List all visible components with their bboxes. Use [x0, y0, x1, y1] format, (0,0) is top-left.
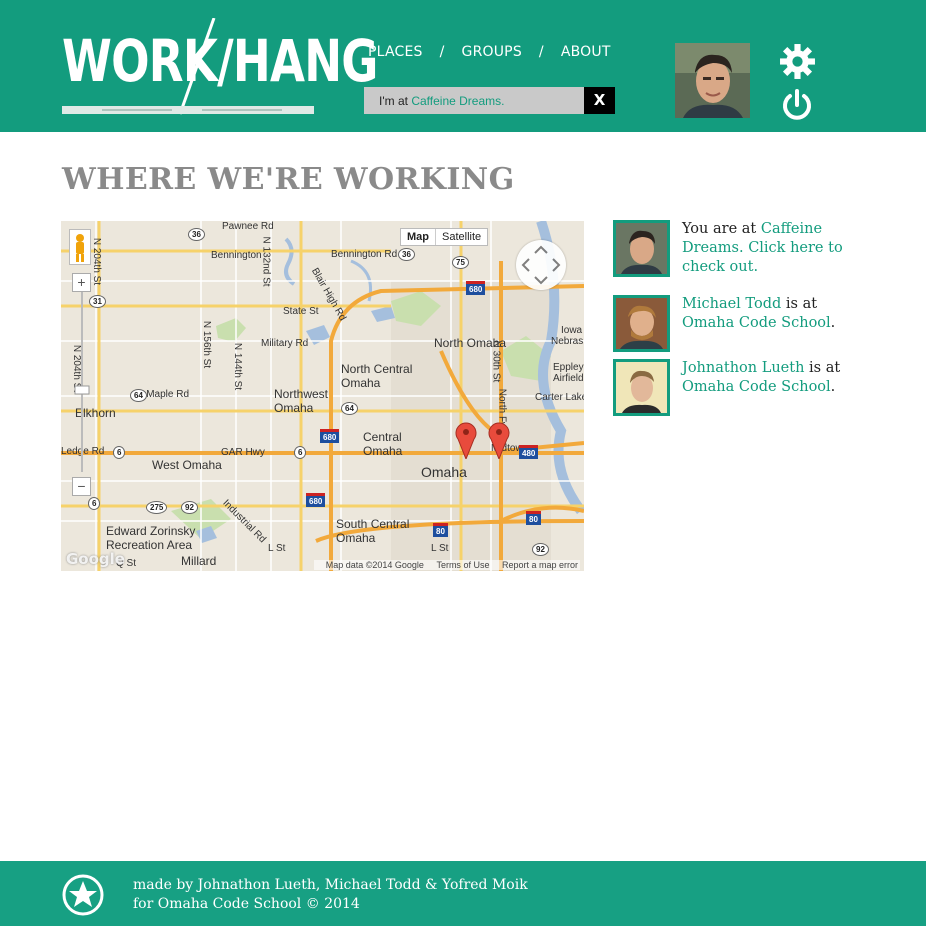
map-type-control: Map Satellite: [400, 228, 489, 246]
person-status: Johnathon Lueth is at Omaha Code School.: [682, 359, 872, 397]
header-bar: WORK/HANG PLACES / GROUPS / ABOUT I'm at Caf…: [0, 0, 926, 132]
map-type-map[interactable]: Map: [401, 229, 436, 245]
footer-line-1: made by Johnathon Lueth, Michael Todd & …: [133, 877, 528, 893]
map-label: Iowa: [561, 325, 583, 336]
footer-credits: made by Johnathon Lueth, Michael Todd & …: [133, 876, 528, 914]
map-label: N 144th St: [232, 342, 244, 391]
nav-groups[interactable]: GROUPS: [462, 44, 522, 60]
map-label: Millard: [181, 554, 217, 568]
place-link[interactable]: Omaha Code School: [682, 379, 831, 395]
map-label: Nebras: [551, 336, 584, 347]
highway-shield: 64: [341, 402, 358, 415]
map-attribution: Map data ©2014 Google Terms of Use Repor…: [313, 560, 580, 570]
street-view-pegman-icon[interactable]: [69, 229, 91, 265]
interstate-shield: 680: [306, 493, 326, 507]
pan-control-icon[interactable]: [516, 240, 566, 290]
avatar[interactable]: [613, 295, 670, 352]
checkin-text: I'm at Caffeine Dreams.: [364, 87, 584, 114]
footer-line-2: for Omaha Code School © 2014: [133, 896, 360, 912]
map-label: N 204th St: [91, 237, 103, 286]
user-avatar[interactable]: [675, 43, 750, 118]
star-badge-icon: [62, 874, 104, 916]
map-label: L St: [431, 543, 449, 554]
main-nav: PLACES / GROUPS / ABOUT: [368, 44, 611, 60]
terms-of-use-link[interactable]: Terms of Use: [436, 560, 489, 570]
nav-places[interactable]: PLACES: [368, 44, 423, 60]
map-label: North Central Omaha: [341, 362, 413, 390]
status-suffix: .: [830, 379, 836, 395]
map-label: Central Omaha: [363, 430, 403, 458]
highway-shield: 36: [398, 248, 415, 261]
map-label: L St: [268, 543, 286, 554]
highway-shield: 75: [452, 256, 469, 269]
map-label: Carter Lake: [535, 392, 584, 403]
map-view[interactable]: Bennington Pawnee Rd Bennington Rd State…: [61, 221, 584, 571]
avatar[interactable]: [613, 359, 670, 416]
footer: made by Johnathon Lueth, Michael Todd & …: [0, 861, 926, 926]
zoom-out-button[interactable]: −: [72, 477, 91, 496]
report-map-error-link[interactable]: Report a map error: [502, 560, 578, 570]
workhang-logo[interactable]: WORK/HANG: [62, 18, 378, 118]
checkin-place[interactable]: Caffeine Dreams.: [411, 94, 504, 108]
highway-shield: 92: [532, 543, 549, 556]
interstate-shield: 680: [320, 429, 340, 443]
settings-gear-icon[interactable]: [779, 43, 816, 80]
checkin-prefix: I'm at: [379, 94, 408, 108]
interstate-shield: 80: [433, 523, 448, 537]
nav-separator: /: [439, 44, 445, 60]
nav-separator: /: [538, 44, 544, 60]
zoom-slider[interactable]: [72, 292, 92, 472]
map-label: Edward Zorinsky Recreation Area: [106, 524, 196, 552]
status-middle: is at: [804, 360, 841, 376]
interstate-shield: 680: [466, 281, 486, 295]
map-label: Omaha: [421, 464, 467, 480]
person-status: Michael Todd is at Omaha Code School.: [682, 295, 872, 333]
map-label: State St: [283, 306, 319, 317]
google-logo: Google: [66, 550, 125, 568]
place-link[interactable]: Omaha Code School: [682, 315, 831, 331]
status-prefix: You are at: [682, 221, 761, 237]
map-label: Pawnee Rd: [222, 221, 274, 232]
map-label: Bennington: [211, 250, 262, 261]
logout-power-icon[interactable]: [780, 88, 814, 122]
status-suffix: .: [830, 315, 836, 331]
map-label: South Central Omaha: [336, 517, 410, 545]
status-middle: is at: [781, 296, 818, 312]
map-label: N 30th St: [490, 340, 502, 383]
map-label: GAR Hwy: [221, 447, 265, 458]
map-label: Northwest Omaha: [274, 387, 329, 415]
map-label: Eppley Airfield: [553, 362, 584, 384]
map-marker-caffeine-dreams[interactable]: [455, 421, 477, 459]
interstate-shield: 480: [519, 445, 539, 459]
highway-shield: 92: [181, 501, 198, 514]
highway-shield: 36: [188, 228, 205, 241]
person-name-link[interactable]: Johnathon Lueth: [682, 360, 804, 376]
map-data-credit: Map data ©2014 Google: [325, 560, 424, 570]
checkin-status: I'm at Caffeine Dreams. X: [364, 87, 615, 114]
zoom-control: + −: [72, 273, 92, 496]
person-name-link[interactable]: Michael Todd: [682, 296, 781, 312]
person-status: You are at Caffeine Dreams. Click here t…: [682, 220, 872, 277]
map-marker-omaha-code-school[interactable]: [488, 421, 510, 459]
map-label: N 132nd St: [260, 236, 272, 287]
page-title: WHERE WE'RE WORKING: [62, 162, 515, 197]
map-type-satellite[interactable]: Satellite: [436, 229, 487, 245]
interstate-shield: 80: [526, 511, 541, 525]
highway-shield: 64: [130, 389, 147, 402]
avatar[interactable]: [613, 220, 670, 277]
map-label: Bennington Rd: [331, 249, 398, 260]
map-label: N 156th St: [201, 320, 213, 369]
zoom-in-button[interactable]: +: [72, 273, 91, 292]
map-label: Military Rd: [261, 338, 309, 349]
checkout-button[interactable]: X: [584, 87, 615, 114]
nav-about[interactable]: ABOUT: [561, 44, 611, 60]
map-label: West Omaha: [152, 458, 222, 472]
